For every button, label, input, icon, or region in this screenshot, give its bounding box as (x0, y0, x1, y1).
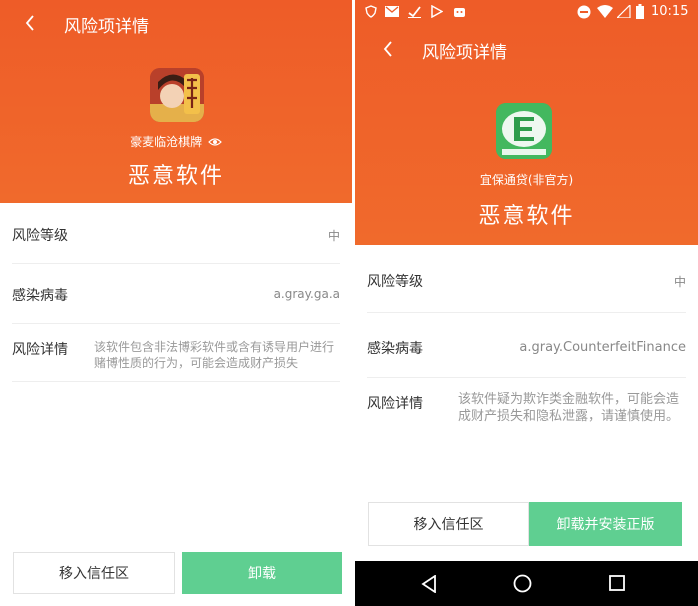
header: 风险项详情 豪麦临沧棋牌 恶意软件 (0, 0, 352, 203)
row-label: 风险详情 (12, 342, 68, 358)
shield-status-icon (365, 5, 377, 21)
page-title: 风险项详情 (64, 17, 149, 37)
row-value: a.gray.CounterfeitFinance (519, 340, 686, 355)
row-value: a.gray.ga.a (273, 287, 340, 301)
row-label: 风险等级 (367, 274, 423, 290)
row-description: 该软件包含非法博彩软件或含有诱导用户进行赌博性质的行为，可能会造成财产损失 (94, 340, 335, 370)
nav-recents-icon[interactable] (609, 575, 625, 595)
left-screen: 风险项详情 豪麦临沧棋牌 恶意软件 风险等级 中 感染病毒 a.gray.ga.… (0, 0, 352, 606)
move-to-trust-button[interactable]: 移入信任区 (13, 552, 175, 594)
virus-row: 感染病毒 a.gray.CounterfeitFinance (367, 312, 686, 378)
nav-back-icon[interactable] (421, 574, 437, 597)
page-title: 风险项详情 (422, 43, 507, 63)
uninstall-button[interactable]: 卸载 (182, 552, 342, 594)
move-to-trust-button[interactable]: 移入信任区 (368, 502, 529, 546)
status-bar: 10:15 (355, 0, 698, 24)
header: 10:15 风险项详情 宜保通贷(非官方) 恶意软件 (355, 0, 698, 245)
risk-level-row: 风险等级 中 (367, 247, 686, 313)
virus-row: 感染病毒 a.gray.ga.a (12, 263, 340, 324)
wifi-icon (597, 5, 613, 21)
play-icon (431, 4, 444, 21)
dnd-icon (577, 5, 591, 22)
uninstall-install-official-button[interactable]: 卸载并安装正版 (529, 502, 682, 546)
app-name: 宜保通贷(非官方) (479, 173, 574, 187)
back-arrow-icon[interactable] (382, 40, 394, 61)
row-label: 风险等级 (12, 228, 68, 244)
eye-icon[interactable] (208, 136, 222, 150)
row-label: 风险详情 (367, 396, 423, 412)
navigation-bar (355, 561, 698, 606)
app-name-row: 豪麦临沧棋牌 (0, 133, 352, 150)
download-icon (408, 5, 421, 21)
app-icon (496, 103, 552, 159)
verdict-label: 恶意软件 (478, 204, 575, 229)
risk-detail-row: 风险详情 该软件疑为欺诈类金融软件，可能会造成财产损失和隐私泄露，请谨慎使用。 (367, 377, 686, 457)
back-arrow-icon[interactable] (24, 14, 36, 35)
status-time: 10:15 (651, 4, 689, 19)
verdict-label: 恶意软件 (127, 164, 224, 189)
row-label: 感染病毒 (367, 341, 423, 357)
nav-home-icon[interactable] (513, 574, 532, 597)
app-name: 豪麦临沧棋牌 (130, 135, 203, 149)
battery-icon (636, 4, 644, 22)
row-value: 中 (327, 229, 340, 243)
mail-icon (385, 6, 399, 20)
right-screen: 10:15 风险项详情 宜保通贷(非官方) 恶意软件 风险等级 中 感染病毒 a… (355, 0, 698, 606)
row-value: 中 (673, 275, 686, 289)
row-description: 该软件疑为欺诈类金融软件，可能会造成财产损失和隐私泄露，请谨慎使用。 (458, 392, 680, 424)
risk-level-row: 风险等级 中 (12, 203, 340, 264)
app-icon (150, 68, 204, 122)
row-label: 感染病毒 (12, 288, 68, 304)
android-icon (453, 5, 466, 21)
risk-detail-row: 风险详情 该软件包含非法博彩软件或含有诱导用户进行赌博性质的行为，可能会造成财产… (12, 323, 340, 382)
signal-icon (615, 3, 631, 21)
